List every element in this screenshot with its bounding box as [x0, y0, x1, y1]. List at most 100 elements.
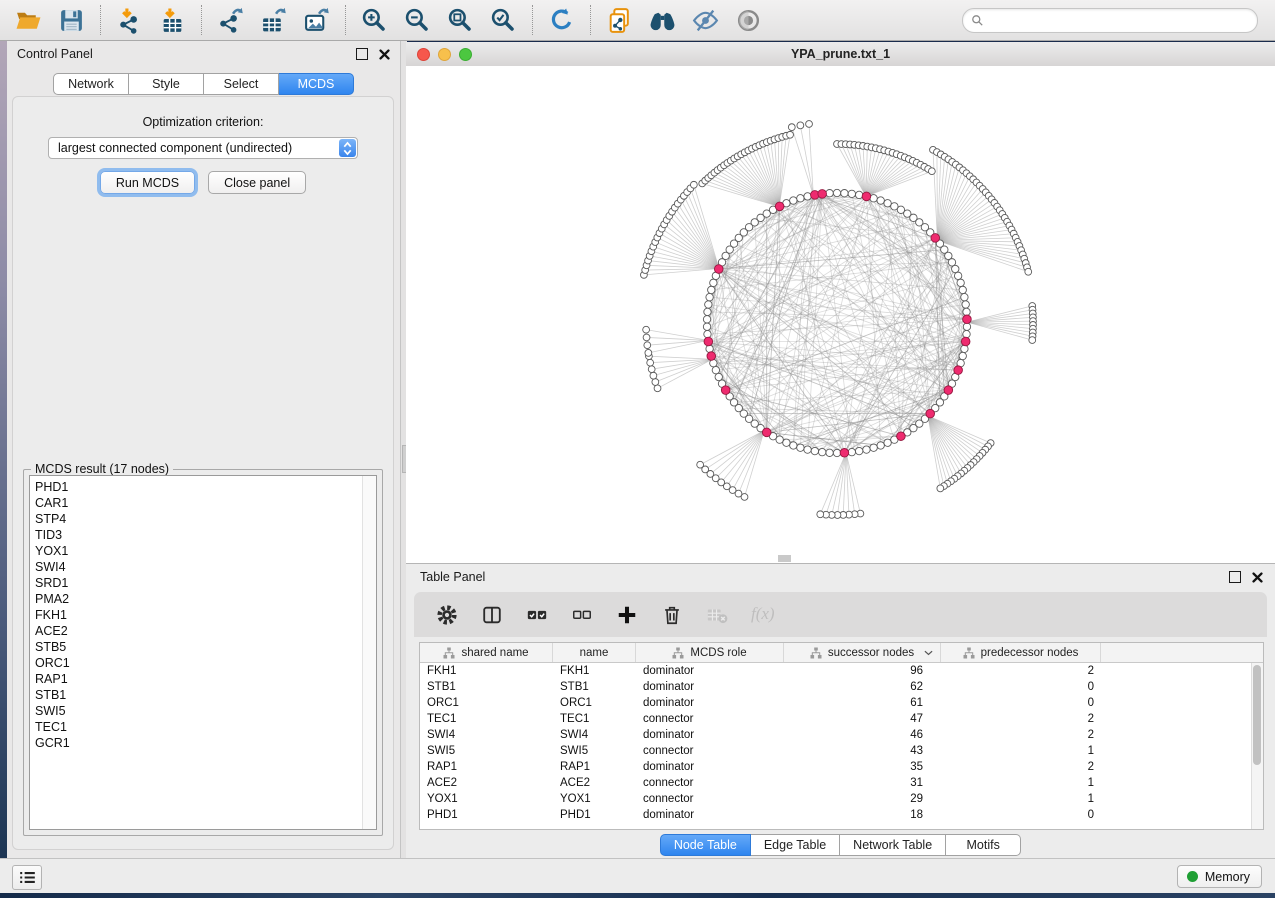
minimize-window-icon[interactable]	[438, 48, 451, 61]
open-file-icon[interactable]	[15, 7, 42, 34]
mcds-result-item[interactable]: ORC1	[30, 655, 376, 671]
result-list-scrollbar[interactable]	[362, 476, 376, 829]
optimization-selected-value: largest connected component (undirected)	[58, 141, 292, 155]
mcds-result-item[interactable]: FKH1	[30, 607, 376, 623]
task-history-button[interactable]	[12, 865, 42, 890]
mcds-result-item[interactable]: PMA2	[30, 591, 376, 607]
column-header-mcds-role[interactable]: MCDS role	[636, 643, 784, 662]
mcds-result-item[interactable]: PHD1	[30, 479, 376, 495]
table-row[interactable]: RAP1RAP1dominator352	[420, 759, 1252, 775]
cell-successor-nodes: 18	[784, 809, 941, 821]
settings-icon[interactable]	[436, 604, 458, 626]
close-panel-icon[interactable]	[379, 49, 390, 60]
table-row[interactable]: FKH1FKH1dominator962	[420, 663, 1252, 679]
mcds-result-item[interactable]: STB5	[30, 639, 376, 655]
optimization-criterion-select[interactable]: largest connected component (undirected)	[48, 137, 358, 159]
cell-shared-name: STB1	[420, 681, 553, 693]
toolbar-group	[591, 7, 777, 34]
export-network-icon[interactable]	[217, 7, 244, 34]
memory-button[interactable]: Memory	[1177, 865, 1262, 888]
close-panel-button[interactable]: Close panel	[208, 171, 306, 194]
hide-graphics-details-icon[interactable]	[692, 7, 719, 34]
close-table-panel-icon[interactable]	[1252, 572, 1263, 583]
canvas-scrollbar-handle[interactable]	[778, 555, 791, 562]
import-network-icon[interactable]	[116, 7, 143, 34]
tab-select[interactable]: Select	[204, 73, 279, 95]
table-row[interactable]: SWI4SWI4dominator462	[420, 727, 1252, 743]
show-graphics-details-icon[interactable]	[735, 7, 762, 34]
search-input[interactable]	[984, 13, 1249, 29]
tab-style[interactable]: Style	[129, 73, 204, 95]
network-titlebar[interactable]: YPA_prune.txt_1	[406, 42, 1275, 67]
unselect-all-columns-icon[interactable]	[571, 604, 593, 626]
mcds-result-item[interactable]: STP4	[30, 511, 376, 527]
refresh-icon[interactable]	[548, 7, 575, 34]
maximize-window-icon[interactable]	[459, 48, 472, 61]
chevron-down-icon[interactable]	[924, 650, 933, 656]
cell-successor-nodes: 47	[784, 713, 941, 725]
column-header-successor-nodes[interactable]: successor nodes	[784, 643, 941, 662]
export-table-icon[interactable]	[260, 7, 287, 34]
zoom-selected-icon[interactable]	[490, 7, 517, 34]
column-header-predecessor-nodes[interactable]: predecessor nodes	[941, 643, 1101, 662]
network-canvas[interactable]	[406, 66, 1275, 563]
tab-motifs[interactable]: Motifs	[946, 834, 1021, 856]
tab-mcds[interactable]: MCDS	[279, 73, 354, 95]
table-row[interactable]: YOX1YOX1connector291	[420, 791, 1252, 807]
mcds-result-list[interactable]: PHD1CAR1STP4TID3YOX1SWI4SRD1PMA2FKH1ACE2…	[29, 475, 377, 830]
zoom-in-icon[interactable]	[361, 7, 388, 34]
mcds-result-item[interactable]: CAR1	[30, 495, 376, 511]
mcds-result-item[interactable]: YOX1	[30, 543, 376, 559]
mcds-result-item[interactable]: STB1	[30, 687, 376, 703]
import-table-icon[interactable]	[159, 7, 186, 34]
search-network-icon[interactable]	[649, 7, 676, 34]
cell-shared-name: ACE2	[420, 777, 553, 789]
table-panel-tabs: Node TableEdge TableNetwork TableMotifs	[406, 834, 1275, 856]
table-row[interactable]: STB1STB1dominator620	[420, 679, 1252, 695]
mcds-result-item[interactable]: ACE2	[30, 623, 376, 639]
tab-network-table[interactable]: Network Table	[840, 834, 946, 856]
table-row[interactable]: ORC1ORC1dominator610	[420, 695, 1252, 711]
mcds-result-item[interactable]: SWI5	[30, 703, 376, 719]
mcds-result-item[interactable]: TEC1	[30, 719, 376, 735]
search-box[interactable]	[962, 8, 1258, 33]
zoom-out-icon[interactable]	[404, 7, 431, 34]
cell-shared-name: PHD1	[420, 809, 553, 821]
cell-successor-nodes: 29	[784, 793, 941, 805]
toolbar-group	[101, 7, 201, 34]
table-row[interactable]: TEC1TEC1connector472	[420, 711, 1252, 727]
column-header-name[interactable]: name	[553, 643, 636, 662]
table-scrollbar[interactable]	[1251, 663, 1263, 829]
close-window-icon[interactable]	[417, 48, 430, 61]
float-table-panel-icon[interactable]	[1229, 571, 1241, 583]
zoom-fit-icon[interactable]	[447, 7, 474, 34]
column-layout-icon[interactable]	[481, 604, 503, 626]
tree-icon	[672, 647, 684, 659]
mcds-result-item[interactable]: SRD1	[30, 575, 376, 591]
run-mcds-button[interactable]: Run MCDS	[100, 171, 195, 194]
table-row[interactable]: PHD1PHD1dominator180	[420, 807, 1252, 823]
float-panel-icon[interactable]	[356, 48, 368, 60]
select-all-columns-icon[interactable]	[526, 604, 548, 626]
control-panel-tabs: NetworkStyleSelectMCDS	[7, 73, 400, 95]
clone-network-icon[interactable]	[606, 7, 633, 34]
mcds-result-item[interactable]: RAP1	[30, 671, 376, 687]
table-row[interactable]: SWI5SWI5connector431	[420, 743, 1252, 759]
cell-shared-name: RAP1	[420, 761, 553, 773]
tab-node-table[interactable]: Node Table	[660, 834, 751, 856]
table-scrollbar-thumb[interactable]	[1253, 665, 1261, 765]
tab-edge-table[interactable]: Edge Table	[751, 834, 840, 856]
column-header-shared-name[interactable]: shared name	[420, 643, 553, 662]
status-bar: Memory	[0, 858, 1275, 893]
table-body: FKH1FKH1dominator962STB1STB1dominator620…	[420, 663, 1252, 829]
cell-name: STB1	[553, 681, 636, 693]
mcds-result-item[interactable]: TID3	[30, 527, 376, 543]
delete-column-icon[interactable]	[661, 604, 683, 626]
mcds-result-item[interactable]: GCR1	[30, 735, 376, 751]
mcds-result-item[interactable]: SWI4	[30, 559, 376, 575]
add-column-icon[interactable]	[616, 604, 638, 626]
save-session-icon[interactable]	[58, 7, 85, 34]
table-row[interactable]: ACE2ACE2connector311	[420, 775, 1252, 791]
tab-network[interactable]: Network	[53, 73, 129, 95]
export-image-icon[interactable]	[303, 7, 330, 34]
